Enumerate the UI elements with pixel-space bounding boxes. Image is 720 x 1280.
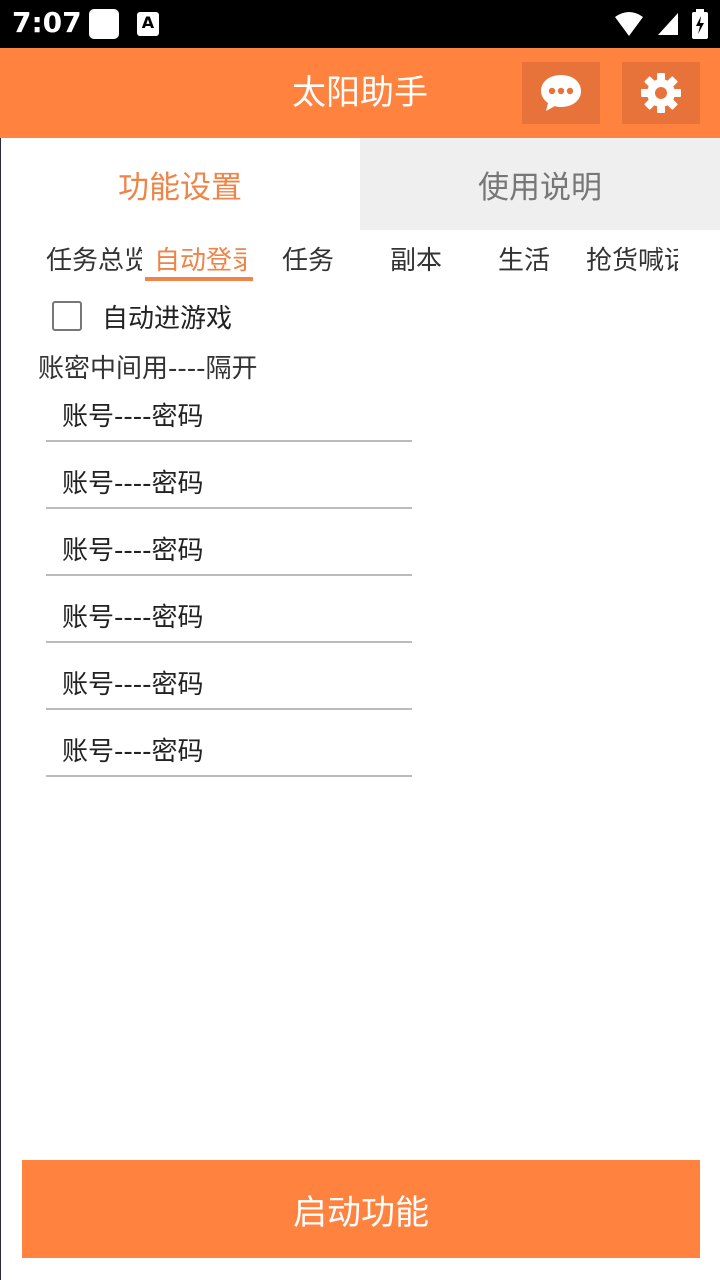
app-title: 太阳助手: [292, 73, 428, 113]
sub-tab-shout[interactable]: 抢货喊话: [586, 240, 678, 280]
accessibility-icon: A: [137, 12, 159, 36]
sub-tab-auto-login[interactable]: 自动登录: [154, 240, 246, 280]
sub-tab-dungeon[interactable]: 副本: [388, 240, 444, 280]
signal-icon: [658, 13, 678, 35]
chat-button[interactable]: [522, 62, 600, 124]
battery-icon: [692, 9, 708, 39]
left-edge-line: [0, 138, 1, 1280]
main-tabs: 功能设置 使用说明: [0, 138, 720, 230]
sub-tab-task[interactable]: 任务: [280, 240, 336, 280]
account-input-4[interactable]: [46, 595, 412, 643]
auto-enter-game-label: 自动进游戏: [102, 303, 233, 334]
notification-icon: [89, 9, 119, 39]
wifi-icon: [615, 12, 643, 36]
sub-tab-life[interactable]: 生活: [496, 240, 552, 280]
status-time: 7:07: [12, 6, 82, 39]
account-format-hint: 账密中间用----隔开: [38, 354, 258, 384]
start-function-button[interactable]: 启动功能: [22, 1160, 700, 1258]
status-icons: [614, 8, 708, 40]
account-input-3[interactable]: [46, 528, 412, 576]
account-input-6[interactable]: [46, 729, 412, 777]
account-input-5[interactable]: [46, 662, 412, 710]
gear-icon: [641, 73, 681, 113]
status-bar: 7:07 A: [0, 0, 720, 48]
tab-usage-instructions[interactable]: 使用说明: [360, 138, 720, 230]
chat-bubble-icon: [541, 75, 581, 111]
auto-enter-game-row[interactable]: 自动进游戏: [52, 298, 232, 334]
settings-button[interactable]: [622, 62, 700, 124]
auto-enter-game-checkbox[interactable]: [52, 301, 82, 331]
app-bar: 太阳助手: [0, 48, 720, 138]
sub-tabs: 任务总览 自动登录 任务 副本 生活 抢货喊话: [0, 230, 720, 288]
sub-tab-overview[interactable]: 任务总览: [46, 240, 142, 280]
active-tab-indicator: [145, 277, 253, 281]
account-input-2[interactable]: [46, 461, 412, 509]
account-input-1[interactable]: [46, 394, 412, 442]
tab-function-settings[interactable]: 功能设置: [0, 138, 360, 230]
